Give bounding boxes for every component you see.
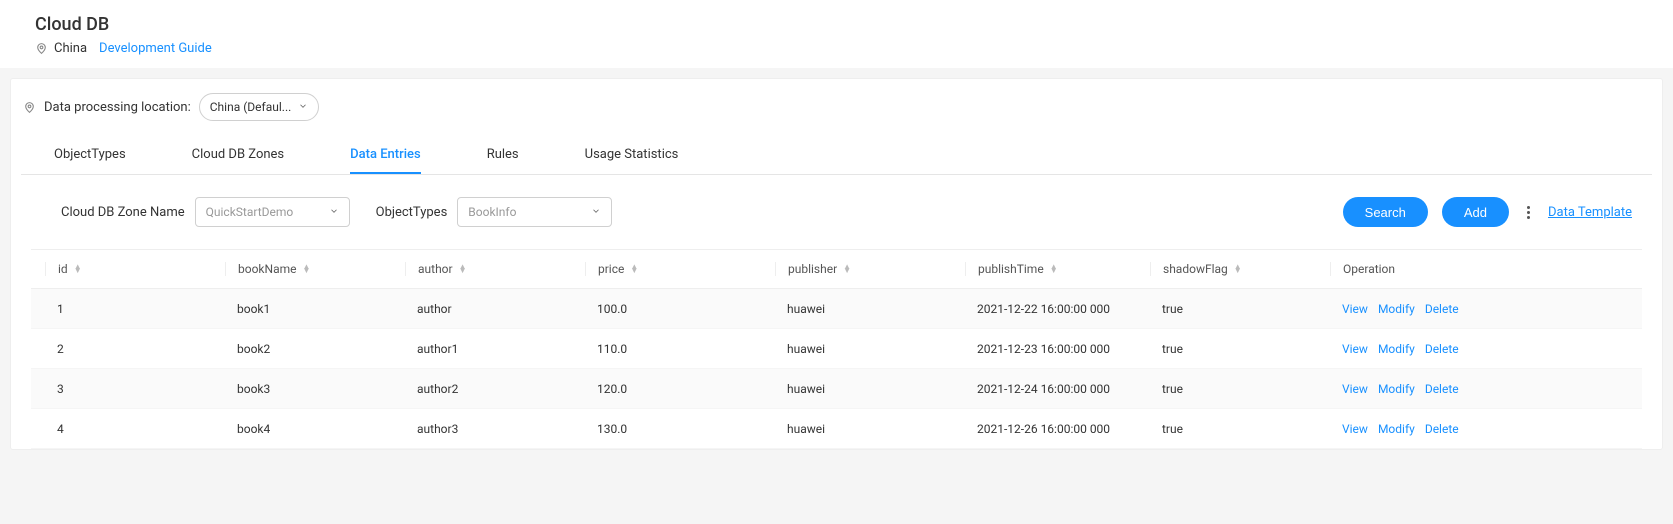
- location-pin-icon: [23, 101, 36, 114]
- page-header: Cloud DB China Development Guide: [0, 0, 1673, 68]
- search-button[interactable]: Search: [1343, 197, 1428, 227]
- chevron-down-icon: [329, 205, 339, 219]
- processing-label: Data processing location:: [44, 100, 191, 115]
- chevron-down-icon: [298, 100, 308, 114]
- sort-icon: ▲▼: [302, 265, 310, 273]
- cell-shadowflag: true: [1150, 342, 1330, 356]
- cell-publisher: huawei: [775, 302, 965, 316]
- cell-shadowflag: true: [1150, 422, 1330, 436]
- view-link[interactable]: View: [1342, 422, 1368, 436]
- zone-name-label: Cloud DB Zone Name: [61, 205, 185, 220]
- col-header-bookname[interactable]: bookName▲▼: [225, 262, 405, 276]
- cell-publisher: huawei: [775, 422, 965, 436]
- data-processing-row: Data processing location: China (Defaul.…: [11, 79, 1662, 129]
- data-table: id▲▼ bookName▲▼ author▲▼ price▲▼ publish…: [31, 249, 1642, 449]
- cell-id: 1: [45, 302, 225, 316]
- modify-link[interactable]: Modify: [1378, 302, 1415, 316]
- cell-price: 110.0: [585, 342, 775, 356]
- col-header-publishtime[interactable]: publishTime▲▼: [965, 262, 1150, 276]
- cell-author: author1: [405, 342, 585, 356]
- processing-selected: China (Defaul...: [210, 100, 292, 114]
- tab-cloud-db-zones[interactable]: Cloud DB Zones: [192, 137, 284, 174]
- cell-id: 4: [45, 422, 225, 436]
- development-guide-link[interactable]: Development Guide: [99, 41, 212, 56]
- country-label: China: [54, 41, 87, 56]
- col-header-operation: Operation: [1330, 262, 1628, 276]
- table-row: 4book4author3130.0huawei2021-12-26 16:00…: [31, 409, 1642, 449]
- table-row: 2book2author1110.0huawei2021-12-23 16:00…: [31, 329, 1642, 369]
- tab-usage-statistics[interactable]: Usage Statistics: [585, 137, 679, 174]
- sort-icon: ▲▼: [843, 265, 851, 273]
- cell-bookname: book1: [225, 302, 405, 316]
- cell-operation: View Modify Delete: [1330, 382, 1628, 396]
- sort-icon: ▲▼: [74, 265, 82, 273]
- objecttypes-label: ObjectTypes: [376, 205, 448, 220]
- data-template-link[interactable]: Data Template: [1548, 205, 1632, 220]
- cell-publishtime: 2021-12-22 16:00:00 000: [965, 302, 1150, 316]
- cell-author: author3: [405, 422, 585, 436]
- processing-location-select[interactable]: China (Defaul...: [199, 93, 319, 121]
- cell-price: 130.0: [585, 422, 775, 436]
- cell-publisher: huawei: [775, 382, 965, 396]
- delete-link[interactable]: Delete: [1425, 342, 1459, 356]
- sort-icon: ▲▼: [1050, 265, 1058, 273]
- cell-publishtime: 2021-12-26 16:00:00 000: [965, 422, 1150, 436]
- cell-id: 2: [45, 342, 225, 356]
- cell-publishtime: 2021-12-24 16:00:00 000: [965, 382, 1150, 396]
- view-link[interactable]: View: [1342, 382, 1368, 396]
- cell-author: author: [405, 302, 585, 316]
- cell-operation: View Modify Delete: [1330, 342, 1628, 356]
- cell-bookname: book2: [225, 342, 405, 356]
- location-pin-icon: [35, 42, 48, 55]
- cell-id: 3: [45, 382, 225, 396]
- modify-link[interactable]: Modify: [1378, 422, 1415, 436]
- filters-row: Cloud DB Zone Name QuickStartDemo Object…: [11, 175, 1662, 249]
- view-link[interactable]: View: [1342, 302, 1368, 316]
- main-card: Data processing location: China (Defaul.…: [10, 78, 1663, 450]
- sort-icon: ▲▼: [630, 265, 638, 273]
- more-menu-icon[interactable]: [1523, 206, 1534, 219]
- zone-name-select[interactable]: QuickStartDemo: [195, 197, 350, 227]
- add-button[interactable]: Add: [1442, 197, 1509, 227]
- delete-link[interactable]: Delete: [1425, 422, 1459, 436]
- cell-publishtime: 2021-12-23 16:00:00 000: [965, 342, 1150, 356]
- objecttypes-select[interactable]: BookInfo: [457, 197, 612, 227]
- col-header-shadowflag[interactable]: shadowFlag▲▼: [1150, 262, 1330, 276]
- zone-selected: QuickStartDemo: [206, 205, 294, 219]
- cell-author: author2: [405, 382, 585, 396]
- sort-icon: ▲▼: [1234, 265, 1242, 273]
- tab-data-entries[interactable]: Data Entries: [350, 137, 421, 174]
- tab-objecttypes[interactable]: ObjectTypes: [54, 137, 126, 174]
- table-header-row: id▲▼ bookName▲▼ author▲▼ price▲▼ publish…: [31, 249, 1642, 289]
- tab-rules[interactable]: Rules: [487, 137, 519, 174]
- cell-shadowflag: true: [1150, 302, 1330, 316]
- cell-operation: View Modify Delete: [1330, 422, 1628, 436]
- objecttype-selected: BookInfo: [468, 205, 516, 219]
- col-header-author[interactable]: author▲▼: [405, 262, 585, 276]
- col-header-publisher[interactable]: publisher▲▼: [775, 262, 965, 276]
- cell-price: 120.0: [585, 382, 775, 396]
- table-body: 1book1author100.0huawei2021-12-22 16:00:…: [31, 289, 1642, 449]
- cell-price: 100.0: [585, 302, 775, 316]
- sort-icon: ▲▼: [459, 265, 467, 273]
- table-row: 3book3author2120.0huawei2021-12-24 16:00…: [31, 369, 1642, 409]
- cell-bookname: book4: [225, 422, 405, 436]
- cell-publisher: huawei: [775, 342, 965, 356]
- delete-link[interactable]: Delete: [1425, 302, 1459, 316]
- tabs: ObjectTypes Cloud DB Zones Data Entries …: [21, 137, 1652, 175]
- col-header-id[interactable]: id▲▼: [45, 262, 225, 276]
- delete-link[interactable]: Delete: [1425, 382, 1459, 396]
- location-row: China Development Guide: [35, 41, 1638, 56]
- cell-operation: View Modify Delete: [1330, 302, 1628, 316]
- modify-link[interactable]: Modify: [1378, 382, 1415, 396]
- cell-bookname: book3: [225, 382, 405, 396]
- chevron-down-icon: [591, 205, 601, 219]
- cell-shadowflag: true: [1150, 382, 1330, 396]
- col-header-price[interactable]: price▲▼: [585, 262, 775, 276]
- page-title: Cloud DB: [35, 14, 1638, 35]
- modify-link[interactable]: Modify: [1378, 342, 1415, 356]
- table-row: 1book1author100.0huawei2021-12-22 16:00:…: [31, 289, 1642, 329]
- view-link[interactable]: View: [1342, 342, 1368, 356]
